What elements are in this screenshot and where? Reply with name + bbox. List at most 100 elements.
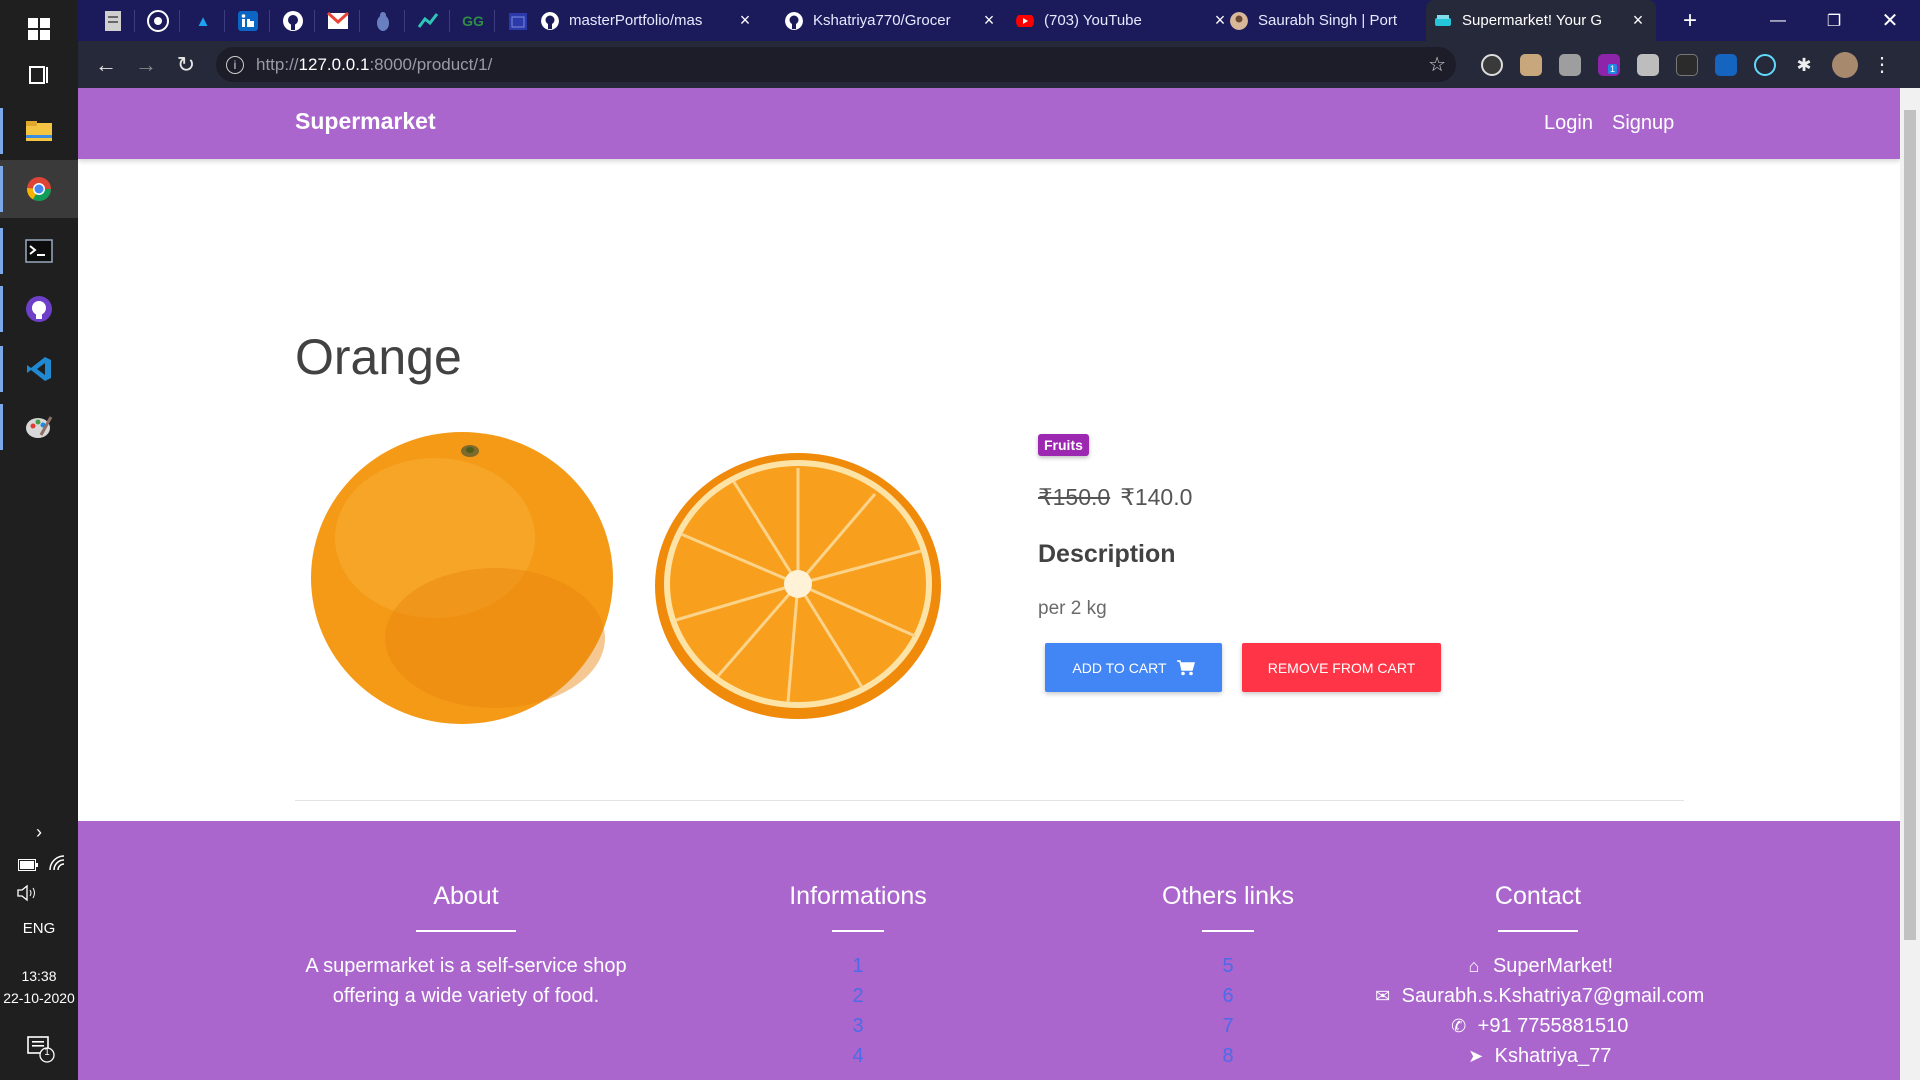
bookmark-star-icon[interactable]: ☆	[1428, 52, 1446, 77]
extension-wallet-icon[interactable]	[1520, 54, 1542, 76]
minimize-button[interactable]: —	[1750, 0, 1806, 41]
pinned-tab-geeksforgeeks-icon[interactable]: GG	[460, 8, 486, 34]
site-info-icon[interactable]: i	[226, 55, 244, 74]
volume-icon[interactable]	[16, 884, 38, 907]
pinned-tab-github-icon[interactable]	[280, 8, 306, 34]
extension-k-icon[interactable]	[1559, 54, 1581, 76]
footer-informations-heading: Informations	[789, 882, 927, 910]
footer-others-heading: Others links	[1162, 882, 1294, 910]
remove-from-cart-label: REMOVE FROM CART	[1267, 659, 1416, 676]
back-arrow-icon[interactable]: ←	[92, 51, 120, 79]
halved-orange-image	[655, 453, 941, 719]
task-view-icon[interactable]	[0, 46, 78, 104]
footer-info-link[interactable]: 1	[718, 951, 998, 981]
terminal-icon[interactable]	[0, 222, 78, 280]
original-price: ₹150.0	[1038, 484, 1111, 510]
contact-phone[interactable]: ✆ +91 7755881510	[1368, 1011, 1708, 1041]
pinned-tab-analytics-icon[interactable]	[415, 8, 441, 34]
wifi-icon[interactable]	[48, 854, 66, 877]
pinned-tab-whatsapp-icon[interactable]	[145, 8, 171, 34]
footer-info-link[interactable]: 2	[718, 981, 998, 1011]
windows-taskbar: › ENG 13:38 22-10-2020 1	[0, 0, 78, 1080]
price-row: ₹150.0 ₹140.0	[1038, 484, 1192, 511]
react-devtools-icon[interactable]	[1754, 54, 1776, 76]
extension-cube-icon[interactable]	[1715, 54, 1737, 76]
envelope-icon: ✉	[1375, 986, 1391, 1006]
product-image	[311, 432, 941, 724]
chrome-icon[interactable]	[0, 160, 78, 218]
url-prefix: http://	[256, 54, 299, 74]
footer-other-link[interactable]: 6	[1088, 981, 1368, 1011]
reload-icon[interactable]: ↻	[172, 51, 200, 79]
contact-company: ⌂ SuperMarket!	[1368, 951, 1708, 981]
vscode-icon[interactable]	[0, 340, 78, 398]
site-brand[interactable]: Supermarket	[295, 108, 436, 135]
footer-other-link[interactable]: 7	[1088, 1011, 1368, 1041]
site-navbar: Supermarket Login Signup	[78, 88, 1900, 159]
category-badge[interactable]: Fruits	[1038, 434, 1089, 456]
contact-telegram[interactable]: ➤ Kshatriya_77	[1368, 1041, 1708, 1071]
file-explorer-icon[interactable]	[0, 102, 78, 160]
pinned-tab-gmail-icon[interactable]	[325, 8, 351, 34]
add-to-cart-label: ADD TO CART	[1072, 659, 1167, 676]
extension-office-icon[interactable]	[1637, 54, 1659, 76]
action-center-icon[interactable]: 1	[26, 1034, 56, 1069]
paint-icon[interactable]	[0, 398, 78, 456]
tab-title: Kshatriya770/Grocer	[813, 12, 951, 29]
extension-speed-icon[interactable]	[1481, 54, 1503, 76]
extension-badge: 1	[1608, 64, 1618, 74]
tab-kshatriya-grocery[interactable]: Kshatriya770/Grocer ×	[777, 0, 1007, 41]
url-path: :8000/product/1/	[369, 54, 493, 74]
footer-about-text: A supermarket is a self-service shop off…	[295, 951, 637, 1011]
pinned-tab-calendar-icon[interactable]	[505, 8, 531, 34]
clock-time[interactable]: 13:38	[0, 968, 78, 984]
tab-master-portfolio[interactable]: masterPortfolio/mas ×	[533, 0, 763, 41]
close-window-button[interactable]: ✕	[1862, 0, 1918, 41]
footer-other-link[interactable]: 8	[1088, 1041, 1368, 1071]
footer-other-link[interactable]: 5	[1088, 951, 1368, 981]
pinned-tab-bug-icon[interactable]	[370, 8, 396, 34]
show-hidden-icons-chevron-icon[interactable]: ›	[0, 822, 78, 843]
pinned-tab-linkedin-icon[interactable]	[235, 8, 261, 34]
tab-title: Supermarket! Your G	[1462, 12, 1603, 29]
tab-saurabh-portfolio[interactable]: Saurabh Singh | Port ×	[1222, 0, 1452, 41]
page-scrollbar[interactable]	[1900, 88, 1920, 1080]
footer-info-link[interactable]: 3	[718, 1011, 998, 1041]
extensions-puzzle-icon[interactable]: ✱	[1793, 54, 1815, 76]
tab-youtube[interactable]: (703) YouTube ×	[1008, 0, 1238, 41]
tab-title: Saurabh Singh | Port	[1258, 12, 1397, 29]
browser-menu-icon[interactable]: ⋮	[1871, 54, 1893, 76]
extension-hedgehog-icon[interactable]	[1676, 54, 1698, 76]
description-heading: Description	[1038, 540, 1176, 568]
input-language[interactable]: ENG	[0, 920, 78, 937]
tab-close-icon[interactable]: ×	[735, 10, 755, 31]
extension-flag-icon[interactable]: 1	[1598, 54, 1620, 76]
sale-price: ₹140.0	[1120, 484, 1193, 510]
battery-icon[interactable]	[18, 858, 38, 876]
footer-heading-underline	[1202, 930, 1254, 932]
restore-button[interactable]: ❐	[1806, 0, 1862, 41]
contact-email[interactable]: ✉ Saurabh.s.Kshatriya7@gmail.com	[1368, 981, 1708, 1011]
signup-link[interactable]: Signup	[1612, 112, 1674, 135]
github-desktop-icon[interactable]	[0, 280, 78, 338]
login-link[interactable]: Login	[1544, 112, 1593, 135]
footer-contact-heading: Contact	[1494, 882, 1582, 910]
pinned-tab-twitter-icon[interactable]: ▲	[190, 8, 216, 34]
clock-date[interactable]: 22-10-2020	[0, 990, 78, 1006]
footer-info-link[interactable]: 4	[718, 1041, 998, 1071]
tab-supermarket[interactable]: Supermarket! Your G ×	[1426, 0, 1656, 41]
remove-from-cart-button[interactable]: REMOVE FROM CART	[1242, 643, 1441, 692]
url-host: 127.0.0.1	[298, 54, 370, 74]
tab-title: masterPortfolio/mas	[569, 12, 703, 29]
new-tab-button[interactable]: +	[1662, 0, 1718, 41]
profile-avatar-icon[interactable]	[1832, 52, 1858, 78]
tab-close-icon[interactable]: ×	[1628, 10, 1648, 31]
forward-arrow-icon[interactable]: →	[132, 51, 160, 79]
address-bar[interactable]: i http://127.0.0.1:8000/product/1/ ☆	[216, 47, 1456, 82]
add-to-cart-button[interactable]: ADD TO CART	[1045, 643, 1222, 692]
tab-title: (703) YouTube	[1044, 12, 1142, 29]
pinned-tab-docs-icon[interactable]	[100, 8, 126, 34]
tab-close-icon[interactable]: ×	[979, 10, 999, 31]
contact-phone-text: +91 7755881510	[1477, 1015, 1629, 1037]
scrollbar-thumb[interactable]	[1904, 110, 1916, 940]
